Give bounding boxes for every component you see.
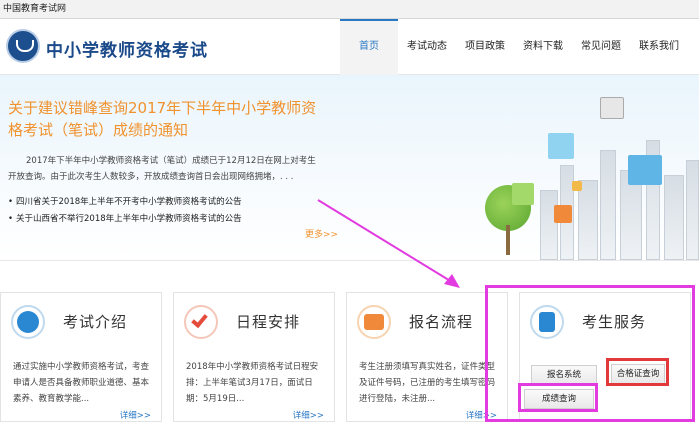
- annotation-arrow: [317, 199, 460, 288]
